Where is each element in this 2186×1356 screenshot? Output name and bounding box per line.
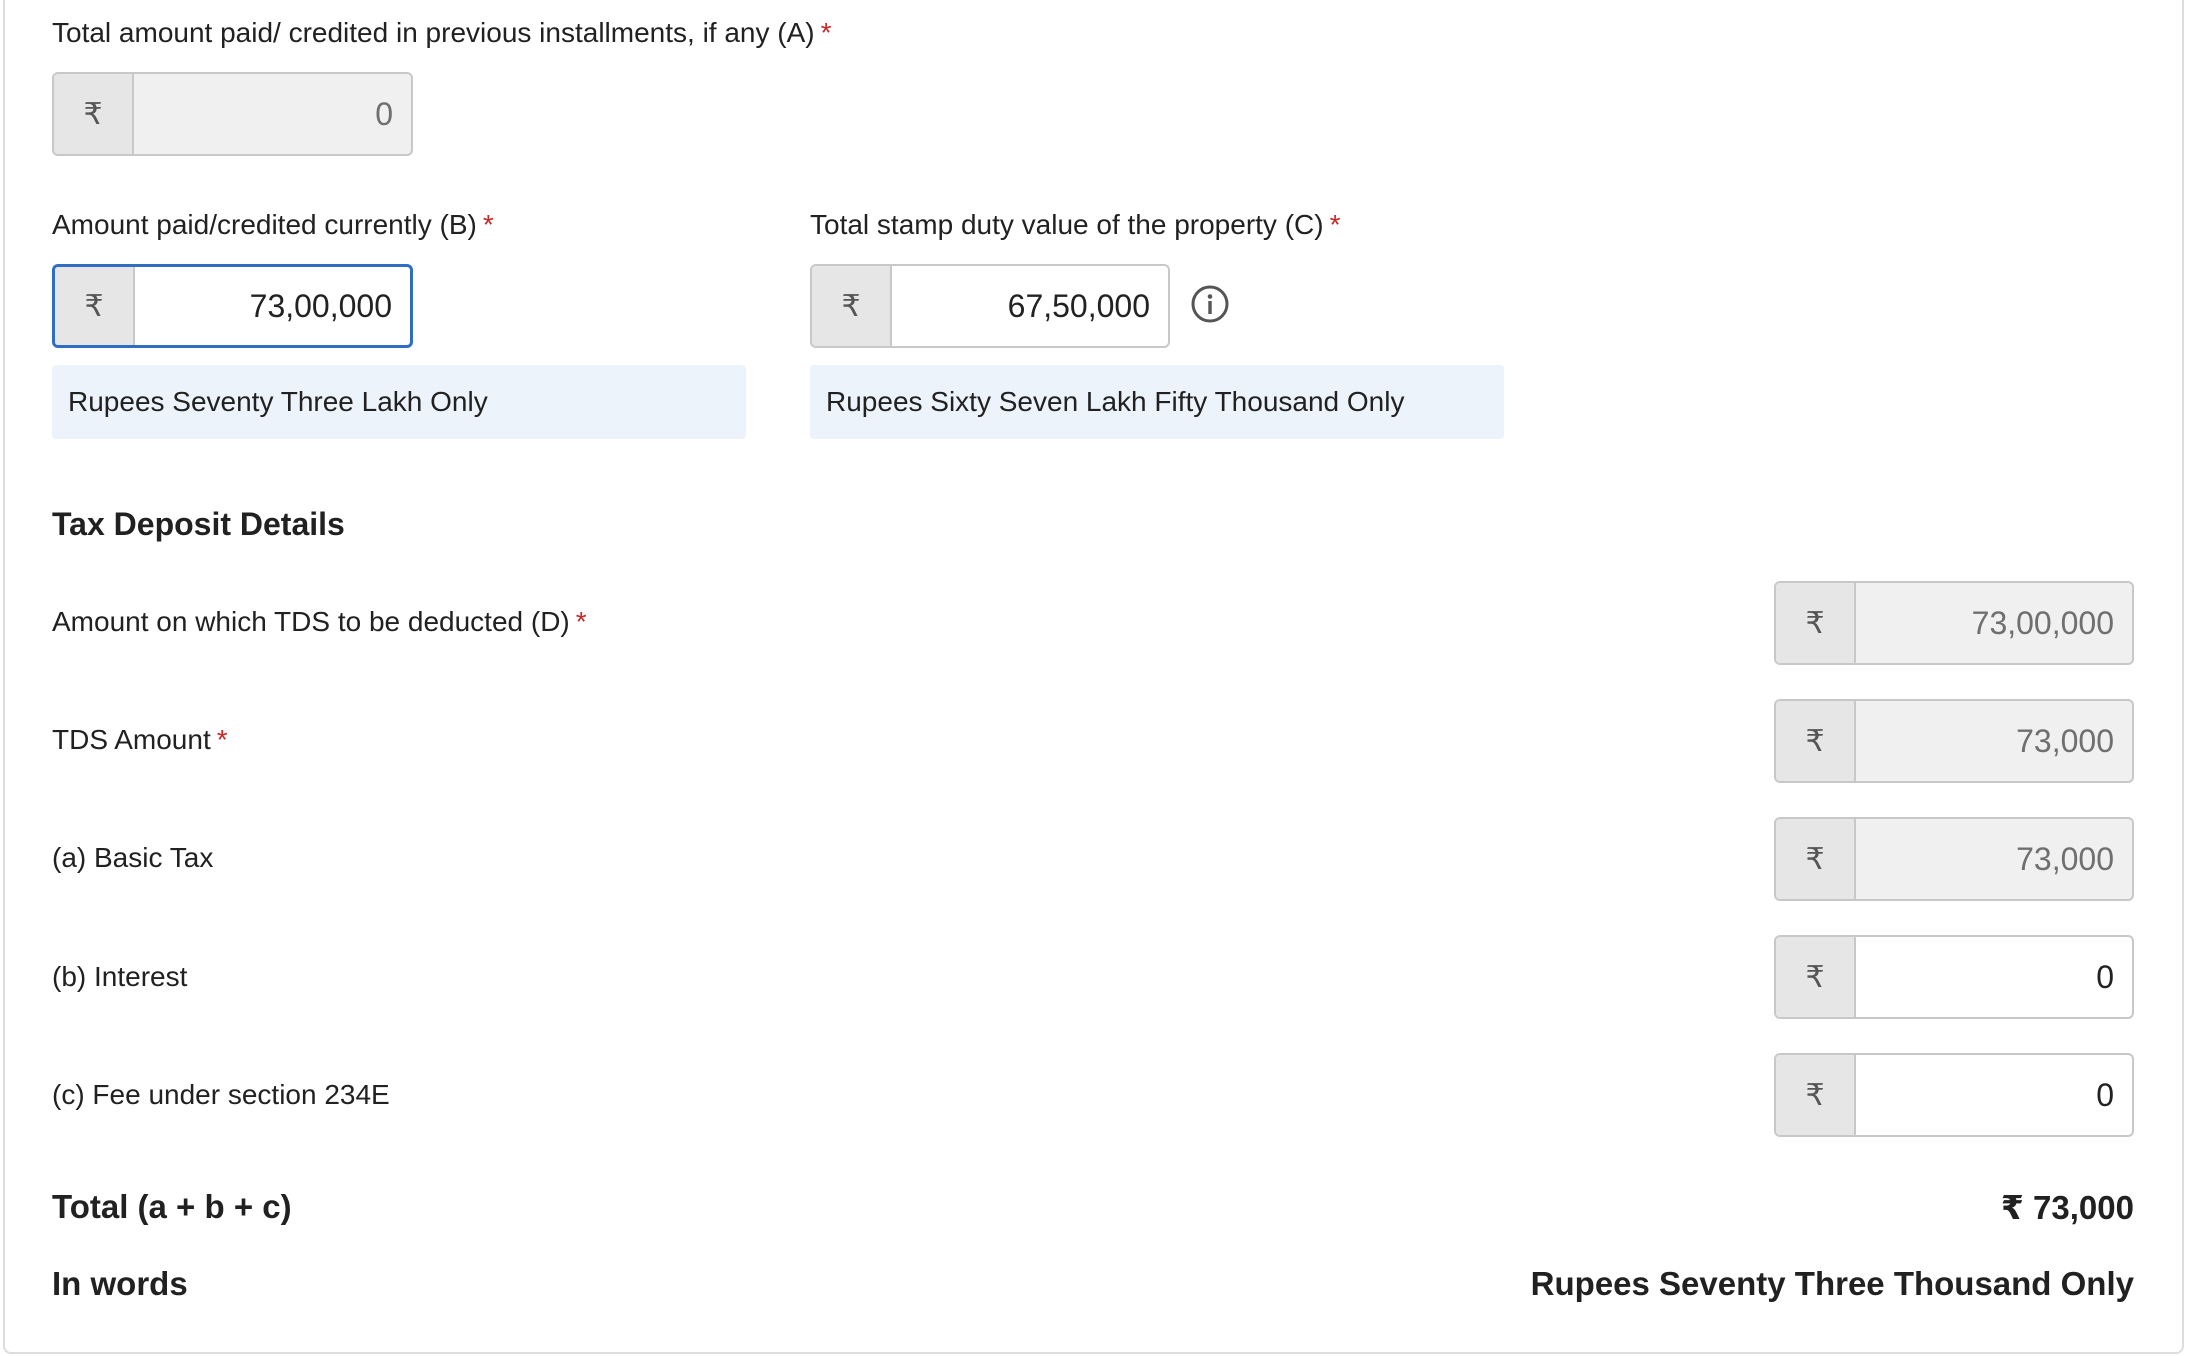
in-words-label: In words [52, 1265, 188, 1302]
rupee-icon: ₹ [1776, 1055, 1856, 1135]
required-asterisk: * [482, 209, 494, 240]
required-asterisk: * [1329, 209, 1341, 240]
tds-base-amount-label-text: Amount on which TDS to be deducted (D) [52, 606, 570, 637]
tds-base-amount-input-group: ₹ [1774, 581, 2134, 665]
interest-input-group: ₹ [1774, 935, 2134, 1019]
rupee-icon: ₹ [1776, 583, 1856, 663]
prev-installments-label: Total amount paid/ credited in previous … [52, 16, 832, 50]
interest-label-text: (b) Interest [52, 961, 188, 992]
stamp-duty-input[interactable] [892, 266, 1168, 346]
prev-installments-input[interactable] [134, 74, 411, 154]
fee-234e-label-text: (c) Fee under section 234E [52, 1079, 390, 1110]
basic-tax-input[interactable] [1856, 819, 2132, 899]
in-words-value: Rupees Seventy Three Thousand Only [1530, 1265, 2134, 1302]
stamp-duty-input-group: ₹ [810, 264, 1170, 348]
interest-label: (b) Interest [52, 960, 187, 994]
amount-current-label-text: Amount paid/credited currently (B) [52, 209, 477, 240]
rupee-icon: ₹ [55, 267, 135, 345]
fee-234e-label: (c) Fee under section 234E [52, 1078, 390, 1112]
info-icon[interactable] [1190, 284, 1230, 324]
amount-current-input[interactable] [135, 267, 410, 345]
tds-amount-input[interactable] [1856, 701, 2132, 781]
fee-234e-input[interactable] [1856, 1055, 2132, 1135]
prev-installments-input-group: ₹ [52, 72, 413, 156]
form-card [3, 0, 2184, 1354]
stamp-duty-label: Total stamp duty value of the property (… [810, 208, 1340, 242]
rupee-icon: ₹ [812, 266, 892, 346]
tds-amount-label-text: TDS Amount [52, 724, 211, 755]
stamp-duty-label-text: Total stamp duty value of the property (… [810, 209, 1324, 240]
total-value: ₹ 73,000 [2000, 1189, 2134, 1226]
amount-current-input-group: ₹ [52, 264, 413, 348]
tds-base-amount-label: Amount on which TDS to be deducted (D) * [52, 605, 587, 639]
amount-current-label: Amount paid/credited currently (B) * [52, 208, 494, 242]
required-asterisk: * [575, 606, 587, 637]
basic-tax-label: (a) Basic Tax [52, 841, 213, 875]
total-label: Total (a + b + c) [52, 1188, 292, 1225]
basic-tax-input-group: ₹ [1774, 817, 2134, 901]
tds-amount-label: TDS Amount * [52, 723, 228, 757]
stamp-duty-words: Rupees Sixty Seven Lakh Fifty Thousand O… [810, 365, 1504, 439]
tds-payment-form-page: Total amount paid/ credited in previous … [0, 0, 2186, 1356]
required-asterisk: * [216, 724, 228, 755]
interest-input[interactable] [1856, 937, 2132, 1017]
rupee-icon: ₹ [54, 74, 134, 154]
rupee-icon: ₹ [1776, 819, 1856, 899]
tds-amount-input-group: ₹ [1774, 699, 2134, 783]
rupee-icon: ₹ [1776, 701, 1856, 781]
tax-deposit-title: Tax Deposit Details [52, 506, 345, 542]
rupee-icon: ₹ [1776, 937, 1856, 1017]
prev-installments-label-text: Total amount paid/ credited in previous … [52, 17, 815, 48]
fee-234e-input-group: ₹ [1774, 1053, 2134, 1137]
tds-base-amount-input[interactable] [1856, 583, 2132, 663]
amount-current-words: Rupees Seventy Three Lakh Only [52, 365, 746, 439]
basic-tax-label-text: (a) Basic Tax [52, 842, 214, 873]
required-asterisk: * [820, 17, 832, 48]
